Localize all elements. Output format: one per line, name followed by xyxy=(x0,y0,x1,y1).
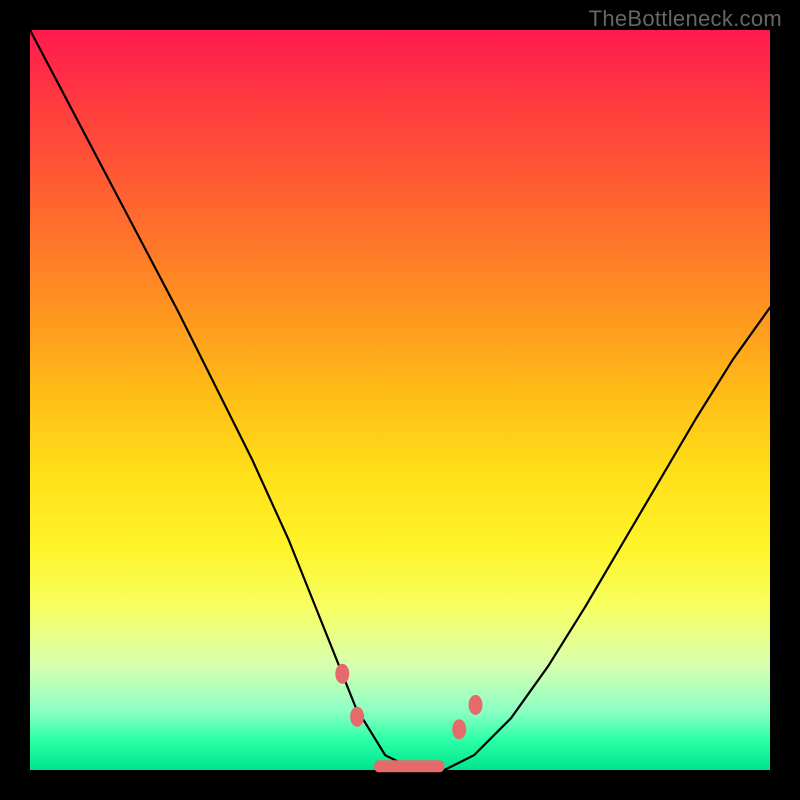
flat-region-runner xyxy=(374,760,444,772)
chart-plot-area xyxy=(30,30,770,770)
bottleneck-curve xyxy=(30,30,770,770)
marker-group xyxy=(335,664,482,740)
chart-svg xyxy=(30,30,770,770)
highlight-marker xyxy=(469,695,483,715)
watermark-text: TheBottleneck.com xyxy=(589,6,782,32)
highlight-marker xyxy=(452,719,466,739)
highlight-marker xyxy=(350,707,364,727)
highlight-marker xyxy=(335,664,349,684)
